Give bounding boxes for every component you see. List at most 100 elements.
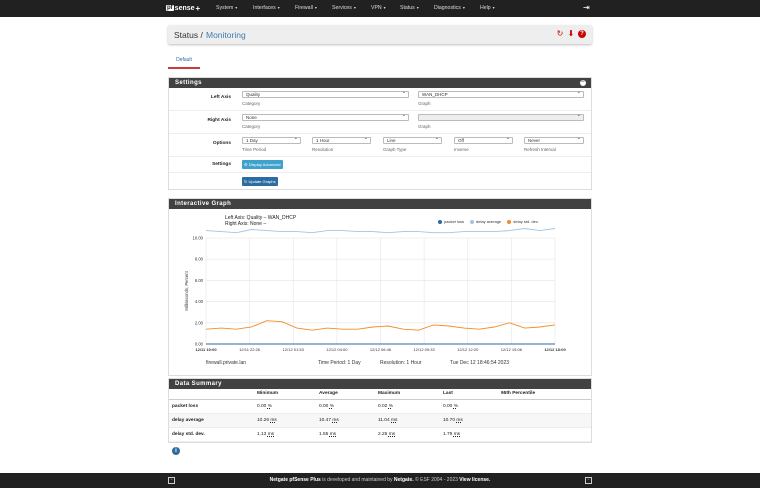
nav-system[interactable]: System ▾ bbox=[216, 5, 237, 11]
legend-delay-average[interactable]: delay average bbox=[470, 219, 501, 224]
reset-icon[interactable]: ↻ bbox=[556, 30, 564, 38]
right-axis-label: Right Axis bbox=[207, 118, 231, 123]
page-title[interactable]: Monitoring bbox=[206, 30, 246, 40]
caret-down-icon: ▾ bbox=[277, 5, 280, 10]
caret-down-icon: ▾ bbox=[353, 5, 356, 10]
left-category-help: Category bbox=[242, 101, 261, 106]
col-header-95th: 95th Percentile bbox=[501, 389, 591, 400]
x-tick-label: 12/12 18:00 bbox=[544, 347, 566, 352]
logo-pf: pf bbox=[166, 5, 174, 11]
col-header-average: Average bbox=[319, 389, 378, 400]
tab-default[interactable]: Default bbox=[168, 54, 200, 69]
nav-services[interactable]: Services ▾ bbox=[332, 5, 356, 11]
nav-vpn[interactable]: VPN ▾ bbox=[371, 5, 386, 11]
table-row: delay std. dev. 1.13 ms 1.55 ms 2.25 ms … bbox=[169, 427, 591, 442]
caret-down-icon: ▾ bbox=[235, 5, 238, 10]
table-row: delay average 10.26 ms 10.47 ms 11.04 ms… bbox=[169, 413, 591, 428]
update-graphs-button[interactable]: ↻ Update Graphs bbox=[242, 177, 278, 186]
graph-heading: Interactive Graph bbox=[169, 199, 591, 209]
caret-down-icon: ▾ bbox=[416, 5, 419, 10]
nav-help[interactable]: Help ▾ bbox=[480, 5, 495, 11]
pfsense-logo[interactable]: pf sense + bbox=[166, 3, 200, 13]
legend-delay-std-dev[interactable]: delay std. dev. bbox=[507, 219, 539, 224]
settings-row-label: Settings bbox=[212, 162, 231, 167]
x-tick-label: 12/12 06:46 bbox=[370, 347, 392, 352]
data-summary-table: Minimum Average Maximum Last 95th Percen… bbox=[169, 389, 591, 442]
refresh-interval-select[interactable]: Never bbox=[524, 136, 584, 144]
y-axis-label: Milliseconds, Percent bbox=[184, 270, 189, 310]
data-summary-panel: Data Summary Minimum Average Maximum Las… bbox=[168, 378, 592, 443]
footer-product: Netgate pfSense Plus bbox=[269, 477, 321, 483]
x-tick-label: 12/12 12:20 bbox=[457, 347, 479, 352]
time-period-info: Time Period: 1 Day bbox=[318, 360, 361, 366]
page-footer: ▫ Netgate pfSense Plus is developed and … bbox=[0, 473, 760, 488]
logout-icon[interactable]: ⇥ bbox=[583, 3, 592, 12]
left-graph-select[interactable]: WAN_DHCP bbox=[418, 90, 584, 98]
display-advanced-button[interactable]: ⚙ Display Advanced bbox=[242, 160, 283, 169]
collapse-left-icon[interactable]: ▫ bbox=[168, 477, 175, 484]
info-icon[interactable]: i bbox=[172, 447, 180, 455]
x-tick-label: 12/11 19:00 bbox=[195, 347, 217, 352]
logo-text: sense bbox=[174, 4, 195, 12]
nav-diagnostics[interactable]: Diagnostics ▾ bbox=[434, 5, 465, 11]
col-header-maximum: Maximum bbox=[378, 389, 443, 400]
left-category-select[interactable]: Quality bbox=[242, 90, 409, 98]
caret-down-icon: ▾ bbox=[383, 5, 386, 10]
col-header-last: Last bbox=[443, 389, 501, 400]
chart-legend: packet loss delay average delay std. dev… bbox=[438, 219, 539, 224]
options-label: Options bbox=[212, 141, 231, 146]
caret-down-icon: ▾ bbox=[314, 5, 317, 10]
top-navbar: pf sense + System ▾ Interfaces ▾ Firewall ▾ S… bbox=[0, 0, 760, 17]
x-tick-label: 12/11 22:26 bbox=[239, 347, 261, 352]
data-summary-heading: Data Summary bbox=[169, 379, 591, 389]
resolution-help: Resolution bbox=[312, 147, 334, 152]
nav-status[interactable]: Status ▾ bbox=[400, 5, 419, 11]
logo-plus: + bbox=[195, 3, 201, 13]
collapse-right-icon[interactable]: ▫ bbox=[585, 477, 592, 484]
resolution-select[interactable]: 1 Hour bbox=[312, 136, 371, 144]
y-tick-label: 4.00 bbox=[195, 299, 204, 304]
graph-type-help: Graph Type bbox=[383, 147, 407, 152]
right-graph-help: Graph bbox=[418, 124, 431, 129]
caret-down-icon: ▾ bbox=[462, 5, 465, 10]
hostname: firewall.private.lan bbox=[206, 360, 247, 366]
series-line-delay-average bbox=[205, 228, 556, 234]
refresh-interval-help: Refresh Interval bbox=[524, 147, 556, 152]
graph-type-select[interactable]: Line bbox=[383, 136, 442, 144]
legend-packet-loss[interactable]: packet loss bbox=[438, 219, 464, 224]
graph-panel: Interactive Graph Left Axis: Quality – W… bbox=[168, 198, 592, 376]
inverse-help: Inverse bbox=[454, 147, 469, 152]
left-graph-help: Graph bbox=[418, 101, 431, 106]
y-tick-label: 2.00 bbox=[195, 320, 204, 325]
x-tick-label: 12/12 01:53 bbox=[283, 347, 305, 352]
footer-license-link[interactable]: View license. bbox=[459, 477, 490, 483]
y-tick-label: 0.00 bbox=[195, 342, 204, 347]
time-period-select[interactable]: 1 Day bbox=[242, 136, 301, 144]
right-category-help: Category bbox=[242, 124, 261, 129]
help-icon[interactable]: ? bbox=[578, 30, 586, 38]
collapse-icon[interactable]: − bbox=[580, 79, 586, 86]
refresh-icon: ↻ bbox=[244, 179, 248, 184]
nav-interfaces[interactable]: Interfaces ▾ bbox=[253, 5, 280, 11]
download-icon[interactable]: ⬇ bbox=[567, 30, 575, 38]
settings-panel: Settings − Left Axis Quality Category WA… bbox=[168, 77, 592, 190]
x-tick-label: 12/12 04:00 bbox=[326, 347, 348, 352]
y-tick-label: 6.00 bbox=[195, 278, 204, 283]
monitoring-chart[interactable]: 0.00 2.00 4.00 6.00 8.00 10.00 12/11 19:00 12/1… bbox=[169, 227, 591, 357]
y-tick-label: 8.00 bbox=[195, 257, 204, 262]
resolution-info: Resolution: 1 Hour bbox=[380, 360, 422, 366]
x-tick-label: 12/12 15:06 bbox=[501, 347, 523, 352]
gear-icon: ⚙ bbox=[244, 162, 248, 167]
time-period-help: Time Period bbox=[242, 147, 267, 152]
timestamp: Tue Dec 12 18:46:54 2023 bbox=[450, 360, 510, 366]
inverse-select[interactable]: Off bbox=[454, 136, 513, 144]
right-graph-select[interactable] bbox=[418, 113, 584, 121]
right-category-select[interactable]: None bbox=[242, 113, 409, 121]
nav-firewall[interactable]: Firewall ▾ bbox=[295, 5, 317, 11]
caret-down-icon: ▾ bbox=[492, 5, 495, 10]
x-tick-label: 12/12 09:33 bbox=[414, 347, 436, 352]
settings-heading: Settings − bbox=[169, 78, 591, 88]
left-axis-label: Left Axis bbox=[210, 95, 231, 100]
breadcrumb-status: Status / bbox=[174, 30, 203, 40]
footer-company-link[interactable]: Netgate. bbox=[394, 477, 414, 483]
